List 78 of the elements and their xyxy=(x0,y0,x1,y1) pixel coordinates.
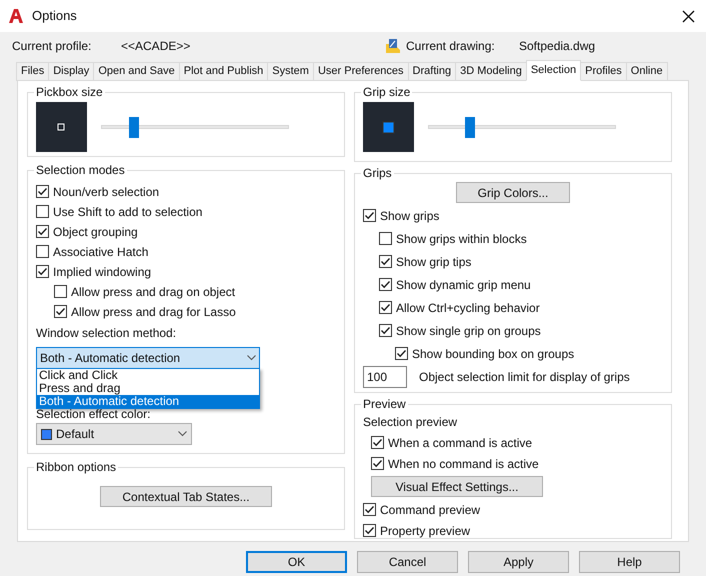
chevron-down-icon xyxy=(247,355,256,361)
button[interactable]: Visual Effect Settings... xyxy=(371,476,543,497)
dropdown-option[interactable]: Click and Click xyxy=(37,369,259,382)
app-logo-icon xyxy=(8,8,24,24)
size-preview xyxy=(363,102,414,152)
dropdown[interactable]: Default xyxy=(36,423,192,445)
checkbox-label: Show bounding box on groups xyxy=(412,346,574,362)
checkbox[interactable] xyxy=(379,232,392,245)
drawing-label: Current drawing: xyxy=(406,38,496,55)
profile-label: Current profile: xyxy=(12,38,92,55)
close-icon[interactable] xyxy=(682,10,695,22)
tab[interactable]: Files xyxy=(16,62,50,81)
slider-thumb[interactable] xyxy=(465,117,476,138)
slider-thumb[interactable] xyxy=(128,117,139,138)
checkbox[interactable] xyxy=(379,324,392,337)
size-preview xyxy=(36,102,87,152)
group-title: Grip size xyxy=(362,84,412,101)
checkbox-label: When no command is active xyxy=(388,456,539,472)
checkbox[interactable] xyxy=(395,347,408,360)
checkbox[interactable] xyxy=(36,245,49,258)
field-label: Object selection limit for display of grips xyxy=(419,369,630,386)
checkbox-label: Allow press and drag on object xyxy=(71,284,236,300)
checkbox[interactable] xyxy=(363,503,376,516)
group-title: Grips xyxy=(362,165,393,182)
button[interactable]: Cancel xyxy=(357,551,458,573)
checkbox-label: Show single grip on groups xyxy=(396,322,541,340)
checkbox[interactable] xyxy=(379,301,392,314)
window-title: Options xyxy=(32,7,78,26)
button[interactable]: Apply xyxy=(468,551,569,573)
group-title: Ribbon options xyxy=(35,459,118,476)
drawing-file-icon xyxy=(385,38,401,54)
group-label: Selection preview xyxy=(363,414,458,430)
button[interactable]: Contextual Tab States... xyxy=(100,486,272,507)
checkbox[interactable] xyxy=(379,278,392,291)
checkbox-label: Implied windowing xyxy=(53,264,152,280)
checkbox-label: Command preview xyxy=(380,502,480,518)
checkbox-label: Allow Ctrl+cycling behavior xyxy=(396,300,540,316)
checkbox[interactable] xyxy=(363,524,376,537)
dropdown[interactable]: Both - Automatic detection xyxy=(36,347,260,369)
field-label: Selection effect color: xyxy=(36,407,152,421)
checkbox[interactable] xyxy=(36,265,49,278)
checkbox-label: Show grips xyxy=(380,208,440,224)
checkbox[interactable] xyxy=(54,285,67,298)
checkbox[interactable] xyxy=(36,225,49,238)
checkbox-label: Noun/verb selection xyxy=(53,184,160,200)
number-field[interactable]: 100 xyxy=(363,366,407,388)
dropdown-option[interactable]: Both - Automatic detection xyxy=(37,395,259,408)
checkbox-label: Allow press and drag for Lasso xyxy=(71,304,236,320)
checkbox-label: Show dynamic grip menu xyxy=(396,276,531,294)
dropdown-option[interactable]: Press and drag xyxy=(37,382,259,395)
button[interactable]: Help xyxy=(579,551,680,573)
checkbox[interactable] xyxy=(379,255,392,268)
dropdown-value: Both - Automatic detection xyxy=(40,350,180,367)
checkbox-label: Associative Hatch xyxy=(53,244,148,260)
button[interactable]: OK xyxy=(246,551,347,573)
checkbox[interactable] xyxy=(371,436,384,449)
checkbox-label: Object grouping xyxy=(53,224,138,240)
tab[interactable]: Selection xyxy=(526,60,582,81)
checkbox[interactable] xyxy=(36,185,49,198)
group-title: Pickbox size xyxy=(35,84,104,101)
checkbox-label: Use Shift to add to selection xyxy=(53,204,202,220)
checkbox[interactable] xyxy=(363,209,376,222)
checkbox-label: Show grip tips xyxy=(396,254,472,270)
tab[interactable]: Online xyxy=(626,62,668,81)
button[interactable]: Grip Colors... xyxy=(456,182,570,203)
chevron-down-icon xyxy=(178,431,187,437)
group-title: Selection modes xyxy=(35,162,126,179)
checkbox[interactable] xyxy=(54,305,67,318)
field-label: Window selection method: xyxy=(36,325,178,342)
drawing-value: Softpedia.dwg xyxy=(519,38,596,55)
checkbox[interactable] xyxy=(36,205,49,218)
group-title: Preview xyxy=(362,396,407,413)
checkbox-label: When a command is active xyxy=(388,434,532,452)
dropdown-value: Default xyxy=(56,426,96,443)
checkbox-label: Show grips within blocks xyxy=(396,230,527,248)
checkbox[interactable] xyxy=(371,457,384,470)
profile-value: <<ACADE>> xyxy=(121,38,192,55)
checkbox-label: Property preview xyxy=(380,522,470,540)
